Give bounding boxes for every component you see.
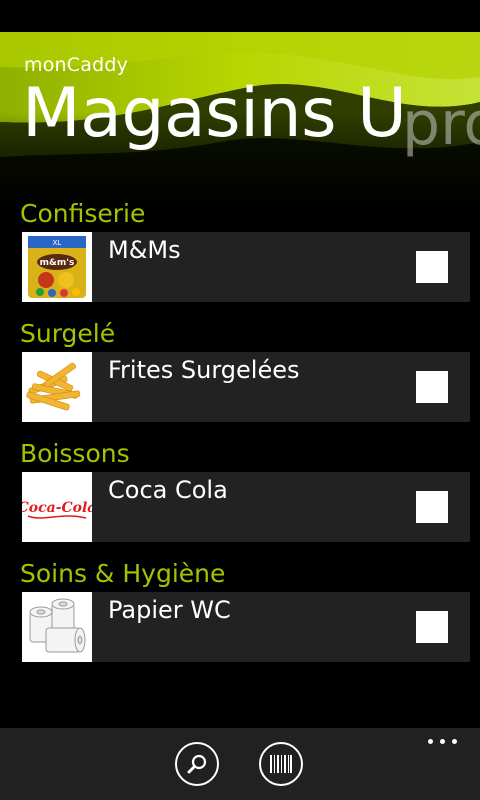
- search-button[interactable]: [175, 742, 219, 786]
- item-checkbox[interactable]: [416, 371, 448, 403]
- toilet-paper-icon: [22, 592, 92, 662]
- barcode-icon: [270, 755, 292, 773]
- mms-pack-text: m&m's: [40, 258, 75, 268]
- app-title: monCaddy: [24, 54, 129, 76]
- french-fries-icon: [22, 352, 92, 422]
- svg-text:XL: XL: [53, 239, 62, 247]
- item-label: Papier WC: [108, 596, 231, 624]
- list-item[interactable]: Papier WC: [22, 592, 470, 662]
- status-bar: [0, 0, 480, 32]
- panorama-next-title-peek[interactable]: pro: [402, 94, 480, 154]
- mms-pack-icon: XL m&m's: [22, 232, 92, 302]
- group-header-boissons: Boissons: [20, 439, 130, 468]
- list-item[interactable]: Frites Surgelées: [22, 352, 470, 422]
- coca-cola-logo-icon: Coca-Cola: [22, 472, 92, 542]
- item-label: Coca Cola: [108, 476, 228, 504]
- item-checkbox[interactable]: [416, 491, 448, 523]
- list-item[interactable]: XL m&m's M&Ms: [22, 232, 470, 302]
- shopping-list: Confiserie XL m&m's M&Ms Surgelé Frites …: [0, 196, 480, 676]
- app-bar: [0, 728, 480, 800]
- barcode-scan-button[interactable]: [259, 742, 303, 786]
- search-icon: [187, 754, 207, 774]
- group-header-soins-hygiene: Soins & Hygiène: [20, 559, 226, 588]
- more-dots-icon[interactable]: [428, 736, 458, 746]
- panorama-title: Magasins U: [22, 74, 407, 153]
- item-checkbox[interactable]: [416, 251, 448, 283]
- item-label: M&Ms: [108, 236, 181, 264]
- app-screen: monCaddy Magasins U pro Confiserie XL m&…: [0, 0, 480, 800]
- item-label: Frites Surgelées: [108, 356, 300, 384]
- item-checkbox[interactable]: [416, 611, 448, 643]
- list-item[interactable]: Coca-Cola Coca Cola: [22, 472, 470, 542]
- group-header-surgele: Surgelé: [20, 319, 116, 348]
- coca-cola-logo-text: Coca-Cola: [22, 500, 92, 516]
- group-header-confiserie: Confiserie: [20, 199, 146, 228]
